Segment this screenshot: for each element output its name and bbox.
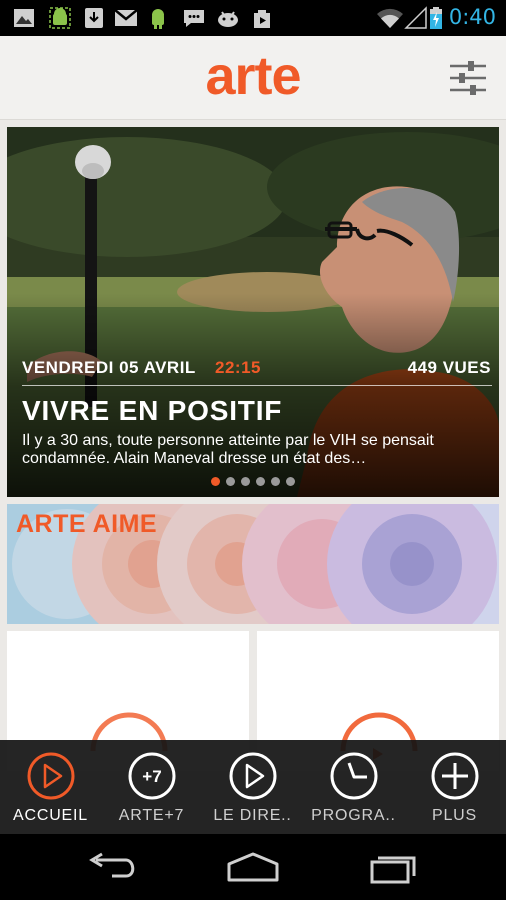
status-bar: 0:40 <box>0 0 506 36</box>
carousel-dot[interactable] <box>211 477 220 486</box>
clock: 0:40 <box>448 5 496 29</box>
nav-arte-plus7[interactable]: +7 ARTE+7 <box>101 740 202 834</box>
signal-icon <box>404 6 427 29</box>
featured-video-card[interactable]: VENDREDI 05 AVRIL 22:15 449 VUES VIVRE E… <box>7 127 499 497</box>
broadcast-time: 22:15 <box>215 358 261 377</box>
nav-plus[interactable]: PLUS <box>404 740 505 834</box>
carousel-indicator <box>7 477 499 487</box>
sliders-icon[interactable] <box>446 56 490 100</box>
carousel-dot[interactable] <box>256 477 265 486</box>
video-description: Il y a 30 ans, toute personne atteinte p… <box>22 432 434 467</box>
recent-apps-icon[interactable] <box>364 850 424 884</box>
nav-le-direct[interactable]: LE DIRE.. <box>202 740 303 834</box>
video-title: VIVRE EN POSITIF <box>22 395 283 426</box>
app-header: arte <box>0 36 506 120</box>
plus-icon <box>431 752 479 800</box>
back-icon[interactable] <box>82 850 142 884</box>
view-count: 449 VUES <box>407 358 491 377</box>
android-debug-icon <box>49 7 71 29</box>
arte-aime-label: ARTE AIME <box>16 510 158 538</box>
carousel-dot[interactable] <box>241 477 250 486</box>
nav-label: PLUS <box>432 807 477 824</box>
play-icon <box>229 752 277 800</box>
download-icon <box>85 8 103 28</box>
play-icon <box>27 752 75 800</box>
divider <box>22 385 492 386</box>
arte-aime-banner[interactable]: ARTE AIME <box>7 504 499 624</box>
android-game-icon <box>218 11 238 27</box>
nav-label: ACCUEIL <box>13 807 88 824</box>
gmail-icon <box>114 9 138 26</box>
carousel-dot[interactable] <box>271 477 280 486</box>
nav-accueil[interactable]: ACCUEIL <box>0 740 101 834</box>
bottom-navigation: ACCUEIL +7 ARTE+7 LE DIRE.. PROGRA.. PLU… <box>0 740 506 834</box>
chat-icon <box>184 10 204 27</box>
battery-charging-icon <box>430 7 442 29</box>
clock-icon <box>330 752 378 800</box>
carousel-dot[interactable] <box>286 477 295 486</box>
broadcast-date: VENDREDI 05 AVRIL <box>22 358 196 377</box>
carousel-dot[interactable] <box>226 477 235 486</box>
system-navigation-bar <box>0 834 506 900</box>
nav-label: ARTE+7 <box>118 807 185 824</box>
svg-text:arte: arte <box>205 50 300 106</box>
nav-label: LE DIRE.. <box>213 807 292 824</box>
wifi-icon <box>377 8 403 28</box>
home-icon[interactable] <box>223 850 283 884</box>
arte-logo[interactable]: arte <box>168 50 338 106</box>
svg-text:+7: +7 <box>142 767 161 786</box>
play-store-icon <box>254 10 270 28</box>
plus7-icon: +7 <box>128 752 176 800</box>
nav-label: PROGRA.. <box>311 807 396 824</box>
android-icon <box>152 9 164 29</box>
nav-programmes[interactable]: PROGRA.. <box>303 740 404 834</box>
gallery-icon <box>14 9 34 27</box>
